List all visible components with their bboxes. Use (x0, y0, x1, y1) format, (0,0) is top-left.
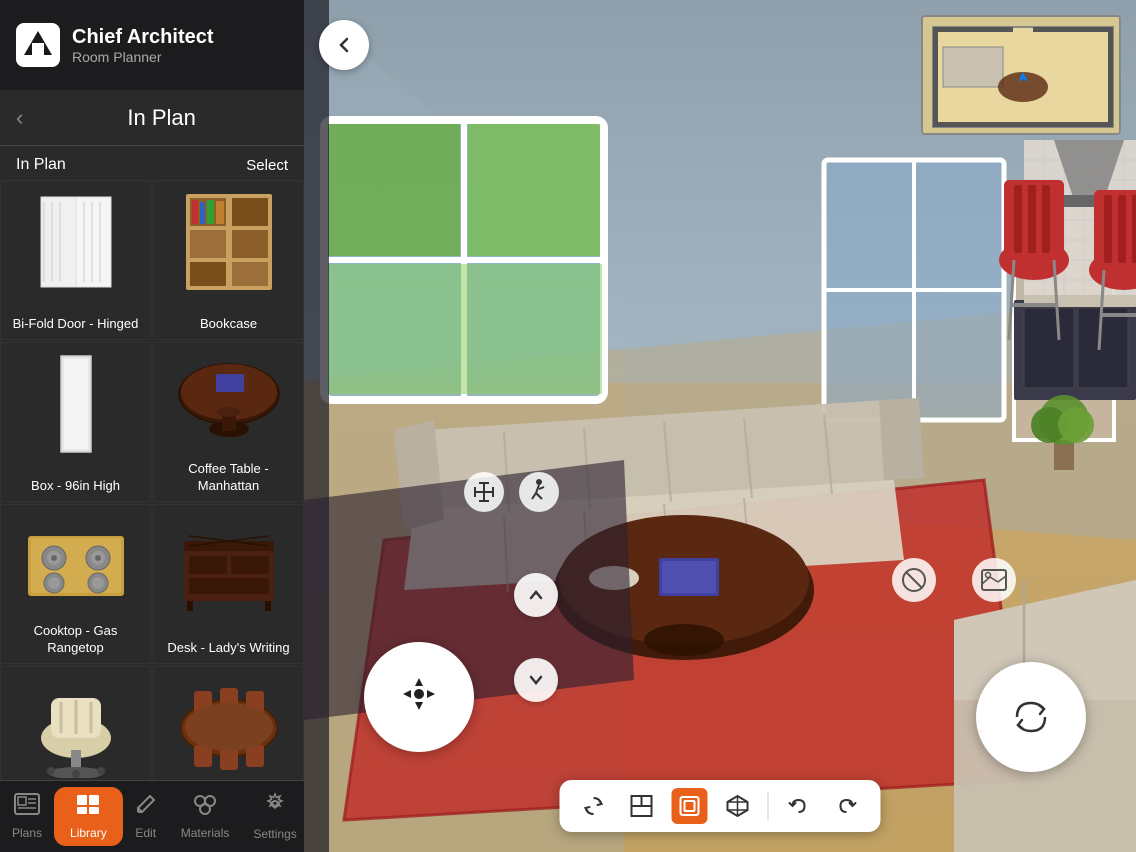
tab-settings-label: Settings (253, 827, 296, 841)
redo-button[interactable] (829, 788, 865, 824)
item-label: Box - 96in High (31, 463, 120, 495)
orbit-off-button[interactable] (892, 558, 936, 602)
app-header: Chief Architect Room Planner (0, 0, 304, 90)
3d-view (304, 0, 1136, 852)
toolbar-divider (768, 792, 769, 820)
list-item[interactable]: Desk Chair - Bankers (0, 666, 151, 780)
back-button-3d[interactable] (319, 20, 369, 70)
item-label: Bi-Fold Door - Hinged (13, 301, 139, 333)
back-arrow-icon[interactable]: ‹ (16, 105, 23, 131)
select-button[interactable]: Select (246, 157, 288, 174)
item-thumbnail (169, 673, 289, 780)
undo-button[interactable] (781, 788, 817, 824)
scale-button[interactable] (464, 472, 504, 512)
item-label: Bookcase (200, 301, 257, 333)
section-nav: ‹ In Plan (0, 90, 304, 146)
tab-plans-label: Plans (12, 826, 42, 840)
look-up-button[interactable] (514, 573, 558, 617)
item-label: Coffee Table - Manhattan (162, 463, 295, 495)
tab-materials-label: Materials (181, 826, 230, 840)
items-grid: Bi-Fold Door - Hinged (0, 180, 304, 780)
plans-icon (14, 793, 40, 822)
list-item[interactable]: Bookcase (153, 180, 304, 340)
room-tool-button[interactable] (672, 788, 708, 824)
walk-button[interactable] (519, 472, 559, 512)
tab-library[interactable]: Library (54, 787, 123, 846)
library-icon (75, 793, 101, 822)
section-label: In Plan (16, 156, 66, 174)
list-item[interactable]: Bi-Fold Door - Hinged (0, 180, 151, 340)
section-label-row: In Plan Select (0, 146, 304, 180)
materials-icon (192, 793, 218, 822)
item-label: Cooktop - Gas Rangetop (9, 625, 142, 657)
item-thumbnail (16, 187, 136, 297)
edit-icon (135, 793, 157, 822)
app-subtitle: Room Planner (72, 49, 214, 65)
image-button[interactable] (972, 558, 1016, 602)
look-down-button[interactable] (514, 658, 558, 702)
list-item[interactable]: Desk - Lady's Writing (153, 504, 304, 664)
item-thumbnail (169, 187, 289, 297)
rotate-tool-button[interactable] (576, 788, 612, 824)
item-thumbnail (16, 673, 136, 780)
item-thumbnail (16, 511, 136, 621)
item-thumbnail (169, 349, 289, 459)
3d-tool-button[interactable] (720, 788, 756, 824)
item-label: Desk - Lady's Writing (167, 625, 289, 657)
move-icon (399, 674, 439, 721)
list-item[interactable]: Cooktop - Gas Rangetop (0, 504, 151, 664)
bottom-toolbar (560, 780, 881, 832)
tab-edit-label: Edit (135, 826, 156, 840)
app-title-block: Chief Architect Room Planner (72, 25, 214, 65)
minimap (921, 15, 1121, 135)
nav-title: In Plan (35, 105, 288, 131)
move-joystick[interactable] (364, 642, 474, 752)
tab-materials[interactable]: Materials (169, 789, 242, 844)
list-item[interactable]: Coffee Table - Manhattan (153, 342, 304, 502)
item-thumbnail (169, 511, 289, 621)
settings-icon (263, 792, 287, 823)
tab-settings[interactable]: Settings (241, 788, 308, 845)
list-item[interactable]: Dining Table - Traditional (153, 666, 304, 780)
floorplan-tool-button[interactable] (624, 788, 660, 824)
app-title: Chief Architect (72, 25, 214, 49)
list-item[interactable]: Box - 96in High (0, 342, 151, 502)
rotate-joystick[interactable] (976, 662, 1086, 772)
tab-edit[interactable]: Edit (123, 789, 169, 844)
tab-plans[interactable]: Plans (0, 789, 54, 844)
tab-bar: Plans Library Edit (0, 780, 304, 852)
tab-library-label: Library (70, 826, 107, 840)
app-logo (16, 23, 60, 67)
item-thumbnail (16, 349, 136, 459)
sidebar: Chief Architect Room Planner ‹ In Plan I… (0, 0, 304, 852)
